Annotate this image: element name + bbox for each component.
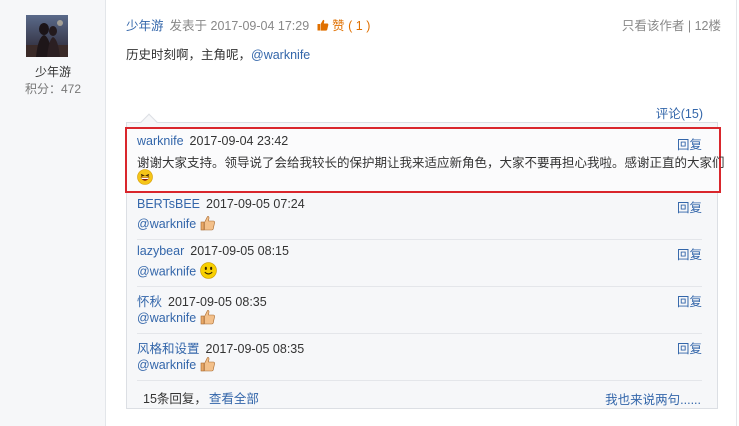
reply-mention[interactable]: @warknife (137, 217, 196, 231)
reply-total: 15条回复， (143, 392, 207, 406)
reply-text: 谢谢大家支持。领导说了会给我较长的保护期让我来适应新角色，大家不要再担心我啦。感… (137, 156, 725, 170)
only-author-link[interactable]: 只看该作者 (622, 19, 685, 33)
like-count: ( 1 ) (348, 19, 371, 33)
reply-button[interactable]: 回复 (677, 338, 702, 357)
add-comment-link[interactable]: 我也来说两句...... (605, 389, 701, 408)
reply-author[interactable]: BERTsBEE (137, 197, 200, 211)
post-content: 历史时刻啊，主角呢，@warknife (126, 44, 310, 63)
reply-author[interactable]: lazybear (137, 244, 184, 258)
user-name[interactable]: 少年游 (0, 63, 106, 80)
reply-author[interactable]: 怀秋 (137, 295, 162, 309)
reply-button[interactable]: 回复 (677, 244, 702, 263)
reply-mention[interactable]: @warknife (137, 358, 196, 372)
frame-border (736, 0, 737, 426)
reply-time: 2017-09-05 08:15 (190, 244, 289, 258)
post-meta: 发表于 2017-09-04 17:29 (169, 19, 310, 33)
comment-box: warknife 2017-09-04 23:42 回复 谢谢大家支持。领导说了会… (125, 113, 725, 409)
thumbs-up-emoji-icon (200, 356, 216, 375)
avatar[interactable] (26, 15, 68, 57)
reply-button[interactable]: 回复 (677, 197, 702, 216)
post-author[interactable]: 少年游 (126, 19, 164, 33)
post-text: 历史时刻啊，主角呢， (126, 48, 252, 62)
reply-button[interactable]: 回复 (677, 291, 702, 310)
reply-author[interactable]: warknife (137, 134, 184, 148)
reply-time: 2017-09-05 07:24 (206, 197, 305, 211)
reply-time: 2017-09-04 23:42 (189, 134, 289, 148)
smile-emoji-icon (199, 262, 217, 282)
comment-footer: 15条回复， 查看全部 (143, 388, 259, 407)
reply-author[interactable]: 风格和设置 (137, 342, 200, 356)
reply-button[interactable]: 回复 (677, 134, 702, 153)
laughing-emoji-icon (137, 169, 153, 188)
comment-count-link[interactable]: 评论(15) (656, 103, 703, 122)
reply-time: 2017-09-05 08:35 (205, 342, 305, 356)
like-thumb-icon[interactable] (317, 19, 329, 31)
reply-item: 怀秋 2017-09-05 08:35 回复 @warknife (137, 291, 702, 334)
reply-item: warknife 2017-09-04 23:42 回复 谢谢大家支持。领导说了会… (137, 134, 725, 194)
user-sidebar: 少年游 积分：472 (0, 0, 106, 426)
thumbs-up-emoji-icon (200, 309, 216, 328)
user-score: 积分：472 (24, 82, 82, 96)
mention-link[interactable]: @warknife (251, 48, 310, 62)
view-all-link[interactable]: 查看全部 (209, 392, 259, 406)
post-header: 少年游 发表于 2017-09-04 17:29 赞 ( 1 ) 只看该作者 | … (126, 15, 721, 33)
reply-time: 2017-09-05 08:35 (168, 295, 267, 309)
reply-mention[interactable]: @warknife (137, 311, 196, 325)
floor-number: | 12楼 (687, 19, 721, 33)
reply-item: lazybear 2017-09-05 08:15 回复 @warknife (137, 244, 702, 287)
like-button[interactable]: 赞 (332, 19, 345, 33)
reply-item: 风格和设置 2017-09-05 08:35 回复 @warknife (137, 338, 702, 381)
reply-item: BERTsBEE 2017-09-05 07:24 回复 @warknife (137, 197, 702, 240)
reply-mention[interactable]: @warknife (137, 264, 196, 278)
thumbs-up-emoji-icon (200, 215, 216, 234)
